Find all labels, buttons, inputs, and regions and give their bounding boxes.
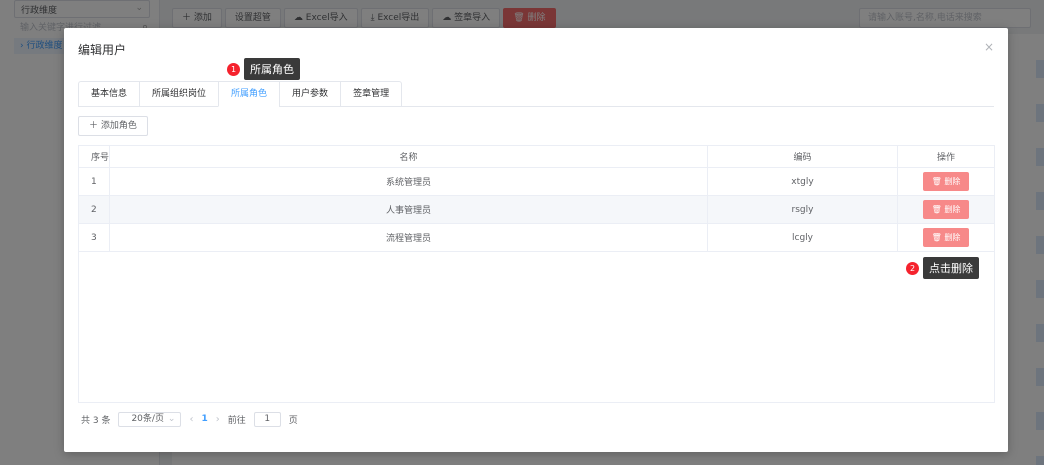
add-role-button[interactable]: ＋ 添加角色	[78, 116, 148, 136]
row-code: xtgly	[708, 168, 898, 195]
callout-1: 1 所属角色	[227, 58, 300, 80]
chevron-right-icon[interactable]: ›	[216, 414, 220, 425]
header-action: 操作	[936, 153, 955, 163]
tab-roles[interactable]: 所属角色	[218, 81, 280, 107]
table-row: 2 人事管理员 rsgly 🗑 删除	[79, 196, 994, 224]
delete-role-button[interactable]: 🗑 删除	[922, 172, 970, 191]
row-action: 🗑 删除	[898, 168, 994, 195]
role-table: 序号 名称 编码 操作 1 系统管理员 xtgly 🗑 删除 2 人事管理员 r…	[78, 145, 995, 403]
header-index: 序号	[79, 146, 110, 167]
close-icon[interactable]: ×	[984, 40, 994, 54]
delete-label: 删除	[944, 233, 961, 242]
page-size-value: 20条/页	[131, 413, 164, 424]
edit-user-dialog: 编辑用户 × 1 所属角色 基本信息 所属组织岗位 所属角色 用户参数 签章管理…	[64, 28, 1008, 452]
row-code: lcgly	[708, 224, 898, 251]
pagination: 共 3 条 20条/页 ⌄ ‹ 1 › 前往 1 页	[81, 411, 298, 427]
delete-label: 删除	[944, 205, 961, 214]
table-row: 1 系统管理员 xtgly 🗑 删除	[79, 168, 994, 196]
tab-user-params[interactable]: 用户参数	[279, 81, 341, 107]
total-count: 共 3 条	[81, 415, 111, 426]
callout-text: 所属角色	[244, 58, 300, 80]
page-suffix: 页	[288, 415, 298, 426]
row-name: 系统管理员	[110, 168, 708, 195]
header-name: 名称	[110, 146, 708, 167]
trash-icon: 🗑	[931, 205, 945, 214]
page-number[interactable]: 1	[201, 414, 207, 424]
callout-number: 2	[906, 261, 919, 275]
goto-page-input[interactable]: 1	[253, 411, 281, 427]
row-index: 3	[79, 224, 110, 251]
dialog-title: 编辑用户	[78, 43, 127, 57]
tab-org-position[interactable]: 所属组织岗位	[139, 81, 219, 107]
row-name: 流程管理员	[110, 224, 708, 251]
trash-icon: 🗑	[931, 233, 945, 242]
table-header: 序号 名称 编码 操作	[79, 146, 994, 168]
page-size-select[interactable]: 20条/页 ⌄	[118, 411, 182, 427]
tab-signature[interactable]: 签章管理	[340, 81, 403, 107]
delete-label: 删除	[944, 177, 961, 186]
chevron-left-icon[interactable]: ‹	[189, 414, 193, 425]
callout-text: 点击删除	[923, 257, 979, 279]
callout-number: 1	[227, 62, 240, 76]
header-code: 编码	[708, 146, 898, 167]
tab-bar: 基本信息 所属组织岗位 所属角色 用户参数 签章管理	[78, 81, 994, 107]
row-name: 人事管理员	[110, 196, 708, 223]
tab-basic-info[interactable]: 基本信息	[78, 81, 140, 107]
row-action: 🗑 删除	[898, 224, 994, 251]
row-action: 🗑 删除	[898, 196, 994, 223]
goto-label: 前往	[227, 415, 246, 426]
trash-icon: 🗑	[931, 177, 945, 186]
callout-2: 2 点击删除	[906, 257, 979, 279]
delete-role-button[interactable]: 🗑 删除	[922, 200, 970, 219]
table-row: 3 流程管理员 lcgly 🗑 删除	[79, 224, 994, 252]
row-index: 1	[79, 168, 110, 195]
row-index: 2	[79, 196, 110, 223]
delete-role-button[interactable]: 🗑 删除	[922, 228, 970, 247]
row-code: rsgly	[708, 196, 898, 223]
chevron-down-icon: ⌄	[167, 413, 176, 424]
